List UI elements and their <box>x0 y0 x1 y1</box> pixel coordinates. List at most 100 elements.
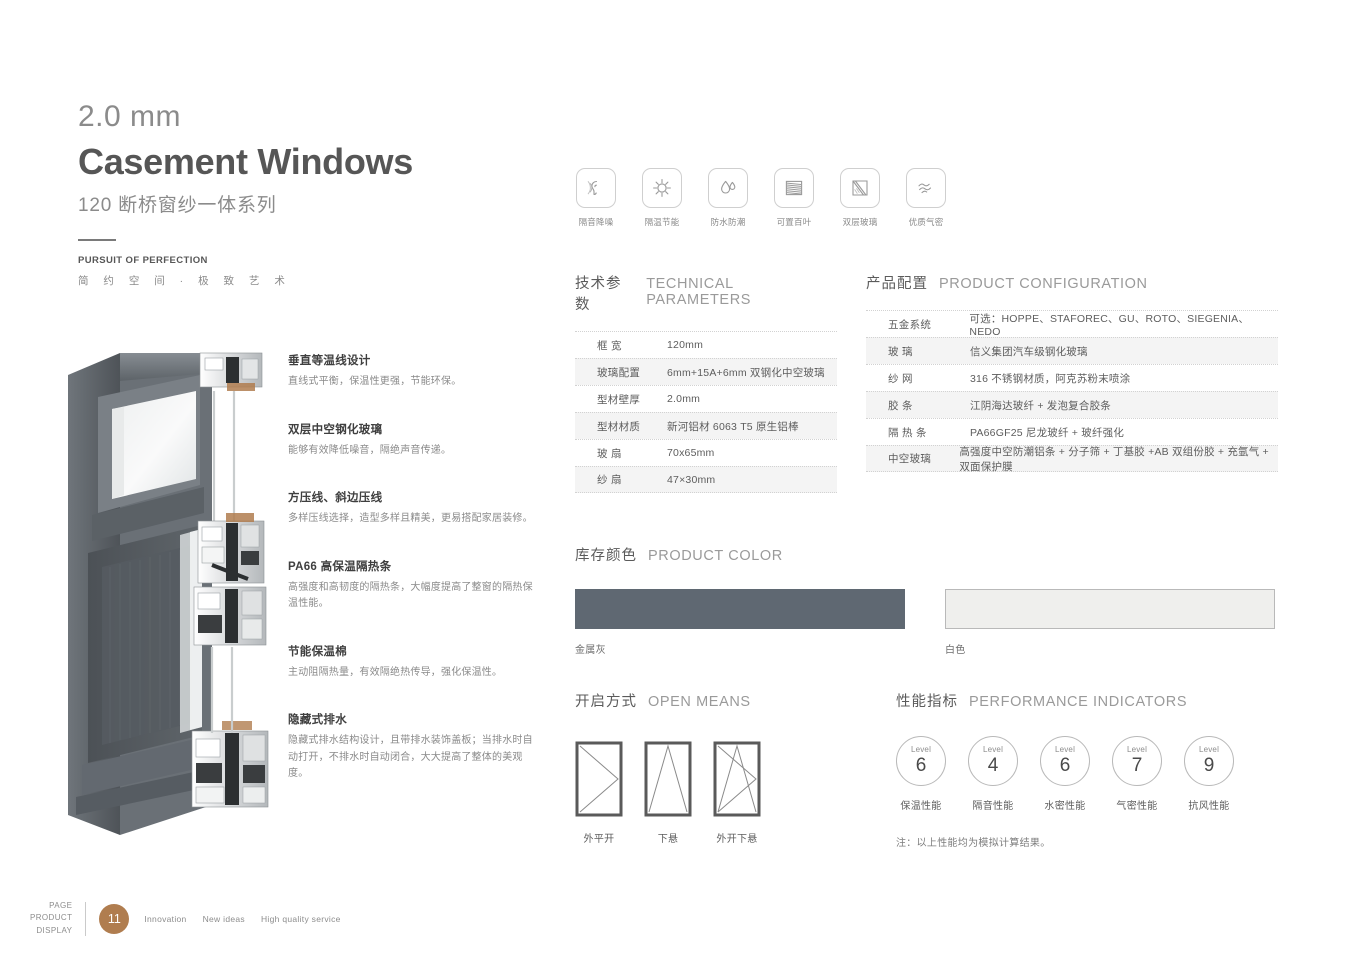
color-swatch-item: 金属灰 <box>575 589 905 656</box>
tagline-chinese: 简 约 空 间 · 极 致 艺 术 <box>78 274 291 287</box>
color-swatch-label: 金属灰 <box>575 645 606 656</box>
open-means-section: 开启方式 OPEN MEANS 外平开 下悬 外开下悬 <box>575 690 855 845</box>
row-value: 新河铝材 6063 T5 原生铝棒 <box>667 420 799 433</box>
section-title-cn: 技术参数 <box>575 276 622 313</box>
section-title-en: PRODUCT COLOR <box>648 548 783 564</box>
open-means-label: 外开下悬 <box>716 834 758 845</box>
table-row: 中空玻璃 高强度中空防潮铝条 + 分子筛 + 丁基胶 +AB 双组份胶 + 充氩… <box>866 445 1278 473</box>
feature-title: 节能保温棉 <box>288 645 347 658</box>
performance-label: 隔音性能 <box>972 801 1014 812</box>
table-row: 纱 扇 47×30mm <box>575 466 837 493</box>
feature-icon-item: 隔温节能 <box>641 168 683 228</box>
airtight-wave-icon <box>906 168 946 208</box>
product-color-section: 库存颜色 PRODUCT COLOR 金属灰 白色 <box>575 544 1278 656</box>
page-footer: PAGE PRODUCT DISPLAY 11 Innovation New i… <box>30 900 341 937</box>
section-title: 开启方式 OPEN MEANS <box>575 690 855 711</box>
row-key: 纱 扇 <box>597 474 622 486</box>
row-value: PA66GF25 尼龙玻纤 + 玻纤强化 <box>970 426 1125 439</box>
footer-stack-label: PAGE PRODUCT DISPLAY <box>30 900 72 937</box>
feature-desc: 隐藏式排水结构设计，且带排水装饰盖板；当排水时自动打开，不排水时自动闭合，大大提… <box>288 735 533 779</box>
feature-title: 方压线、斜边压线 <box>288 492 383 504</box>
footer-tag: High quality service <box>260 913 341 924</box>
feature-icon-item: 防水防潮 <box>707 168 749 228</box>
open-means-item: 下悬 <box>644 741 692 845</box>
feature-icon-item: 优质气密 <box>905 168 947 228</box>
section-title-cn: 开启方式 <box>575 694 637 710</box>
feature-icon-label: 隔音降噪 <box>578 217 614 227</box>
section-title-cn: 库存颜色 <box>575 548 637 564</box>
level-value: 6 <box>915 754 927 776</box>
open-means-label: 下悬 <box>657 834 679 845</box>
color-swatch-white[interactable] <box>945 589 1275 629</box>
table-row: 型材壁厚 2.0mm <box>575 385 837 412</box>
page-number-badge: 11 <box>99 903 130 934</box>
row-key: 型材材质 <box>597 420 641 433</box>
section-title: 产品配置 PRODUCT CONFIGURATION <box>866 272 1278 293</box>
performance-label: 保温性能 <box>900 801 942 812</box>
table-row: 隔 热 条 PA66GF25 尼龙玻纤 + 玻纤强化 <box>866 418 1278 445</box>
level-value: 9 <box>1203 754 1215 776</box>
feature-item: PA66 高保温隔热条 高强度和高韧度的隔热条，大幅度提高了整窗的隔热保温性能。 <box>288 558 538 613</box>
double-glass-icon <box>840 168 880 208</box>
water-drop-icon <box>708 168 748 208</box>
open-means-item: 外平开 <box>575 741 623 845</box>
footer-tag: Innovation <box>144 913 187 924</box>
table-row: 玻 璃 信义集团汽车级钢化玻璃 <box>866 337 1278 364</box>
feature-icon-label: 隔温节能 <box>644 217 680 227</box>
level-word: Level <box>910 744 932 754</box>
footer-tag-list: Innovation New ideas High quality servic… <box>144 914 340 924</box>
blinds-icon <box>774 168 814 208</box>
feature-icon-label: 可置百叶 <box>776 217 812 227</box>
feature-icon-strip: 隔音降噪 隔温节能 防水防潮 可置百叶 双层玻璃 优质气密 <box>575 168 947 228</box>
section-title: 性能指标 PERFORMANCE INDICATORS <box>896 690 1296 711</box>
feature-title: 双层中空钢化玻璃 <box>288 423 383 436</box>
section-title: 技术参数 TECHNICAL PARAMETERS <box>575 272 837 314</box>
performance-indicators-section: 性能指标 PERFORMANCE INDICATORS Level 6 保温性能… <box>896 690 1296 849</box>
feature-item: 垂直等温线设计 直线式平衡，保温性更强，节能环保。 <box>288 352 538 391</box>
open-means-label: 外平开 <box>583 834 615 845</box>
performance-row: Level 6 保温性能 Level 4 隔音性能 Level 6 水密性能 L… <box>896 736 1296 812</box>
level-badge: Level 9 <box>1184 736 1234 786</box>
footer-stack-line: PAGE <box>49 901 73 910</box>
feature-desc: 能够有效降低噪音，隔绝声音传递。 <box>288 444 452 456</box>
footer-tag: New ideas <box>202 913 245 924</box>
performance-item: Level 7 气密性能 <box>1112 736 1162 812</box>
tagline-english: PURSUIT OF PERFECTION <box>78 254 208 266</box>
page-header: 2.0 mm Casement Windows 120 断桥窗纱一体系列 PUR… <box>78 100 518 288</box>
row-value: 高强度中空防潮铝条 + 分子筛 + 丁基胶 +AB 双组份胶 + 充氩气 + 双… <box>959 445 1269 473</box>
ear-soundproof-icon <box>576 168 616 208</box>
row-value: 120mm <box>667 339 704 351</box>
row-key: 隔 热 条 <box>888 426 927 439</box>
row-value: 2.0mm <box>667 393 701 405</box>
level-word: Level <box>1054 744 1076 754</box>
feature-title: 隐藏式排水 <box>288 714 347 726</box>
table-row: 框 宽 120mm <box>575 331 837 358</box>
footer-stack-line: DISPLAY <box>36 925 73 935</box>
row-value: 47×30mm <box>667 473 716 486</box>
product-configuration-section: 产品配置 PRODUCT CONFIGURATION 五金系统 可选：HOPPE… <box>866 272 1278 473</box>
feature-title: PA66 高保温隔热条 <box>288 560 392 573</box>
section-title-en: OPEN MEANS <box>648 694 751 710</box>
feature-desc: 直线式平衡，保温性更强，节能环保。 <box>288 376 462 387</box>
section-title-en: TECHNICAL PARAMETERS <box>646 276 752 308</box>
performance-label: 抗风性能 <box>1188 801 1230 812</box>
table-row: 五金系统 可选：HOPPE、STAFOREC、GU、ROTO、SIEGENIA、… <box>866 310 1278 338</box>
footer-stack-line: PRODUCT <box>30 913 73 923</box>
color-swatch-metallic-grey[interactable] <box>575 589 905 629</box>
feature-desc: 高强度和高韧度的隔热条，大幅度提高了整窗的隔热保温性能。 <box>288 581 533 610</box>
level-badge: Level 7 <box>1112 736 1162 786</box>
casement-outward-icon <box>575 741 623 817</box>
feature-icon-label: 优质气密 <box>908 217 944 227</box>
product-configuration-table: 五金系统 可选：HOPPE、STAFOREC、GU、ROTO、SIEGENIA、… <box>866 310 1278 473</box>
technical-parameters-table: 框 宽 120mm 玻璃配置 6mm+15A+6mm 双钢化中空玻璃 型材壁厚 … <box>575 331 837 493</box>
performance-item: Level 9 抗风性能 <box>1184 736 1234 812</box>
row-key: 纱 网 <box>888 372 913 385</box>
header-divider <box>78 238 116 241</box>
row-key: 中空玻璃 <box>888 453 932 465</box>
row-value: 江阴海达玻纤 + 发泡复合胶条 <box>970 399 1111 412</box>
table-row: 胶 条 江阴海达玻纤 + 发泡复合胶条 <box>866 391 1278 418</box>
row-key: 玻 璃 <box>888 345 913 358</box>
feature-icon-label: 双层玻璃 <box>842 217 878 227</box>
outward-bottom-hung-icon <box>713 741 761 817</box>
row-value: 可选：HOPPE、STAFOREC、GU、ROTO、SIEGENIA、NEDO <box>969 312 1250 338</box>
